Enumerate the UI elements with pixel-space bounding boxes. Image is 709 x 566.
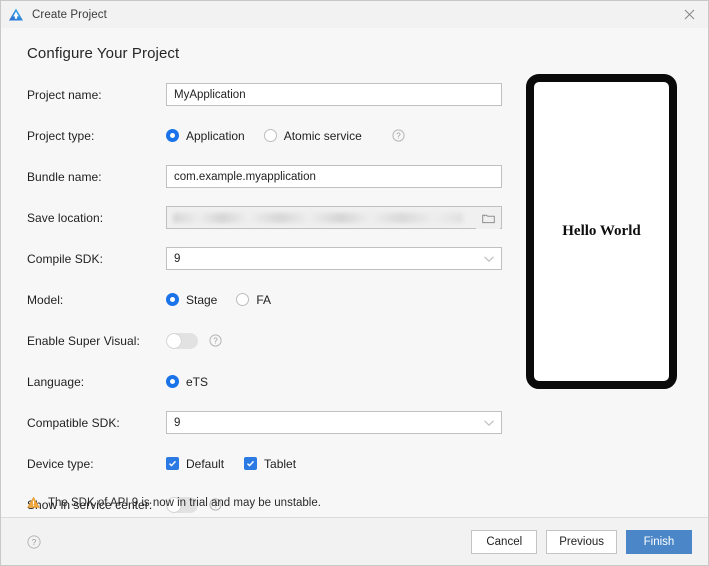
bundle-name-input[interactable]	[166, 165, 502, 188]
cancel-button[interactable]: Cancel	[471, 530, 538, 554]
svg-text:?: ?	[213, 336, 218, 345]
deveco-studio-logo-icon	[8, 7, 24, 23]
preview-hello-world-text: Hello World	[562, 223, 641, 239]
radio-label: Stage	[186, 292, 218, 307]
finish-button[interactable]: Finish	[626, 530, 692, 554]
project-preview: Hello World	[526, 74, 677, 389]
row-language: Language: eTS	[27, 370, 502, 393]
help-circle-icon-super-visual[interactable]: ?	[209, 334, 222, 347]
chevron-down-icon	[483, 248, 495, 269]
project-config-form: Project name: Project type: Application	[27, 83, 502, 534]
sdk-warning: The SDK of API 9 is now in trial and may…	[27, 496, 321, 509]
svg-text:?: ?	[396, 131, 401, 140]
compatible-sdk-value: 9	[174, 416, 181, 429]
radio-label: FA	[256, 292, 272, 307]
project-type-radio-group: Application Atomic service	[166, 129, 381, 143]
language-radio-group: eTS	[166, 375, 227, 389]
compile-sdk-dropdown[interactable]: 9	[166, 247, 502, 270]
chevron-down-icon	[483, 412, 495, 433]
checkbox-device-tablet[interactable]: Tablet	[244, 457, 296, 471]
label-bundle-name: Bundle name:	[27, 169, 102, 184]
row-device-type: Device type: Default Tablet	[27, 452, 502, 475]
radio-project-type-atomic-service[interactable]: Atomic service	[263, 128, 362, 143]
help-circle-icon-project-type[interactable]: ?	[392, 129, 405, 142]
model-radio-group: Stage FA	[166, 293, 290, 307]
label-device-type: Device type:	[27, 456, 94, 471]
close-icon[interactable]	[668, 1, 708, 27]
previous-button[interactable]: Previous	[546, 530, 617, 554]
checkbox-label: Default	[186, 456, 225, 471]
svg-text:?: ?	[32, 537, 37, 547]
radio-model-fa[interactable]: FA	[236, 293, 271, 307]
masked-path-value	[173, 213, 463, 223]
window-title: Create Project	[32, 8, 107, 21]
row-bundle-name: Bundle name:	[27, 165, 502, 188]
checkbox-label: Tablet	[264, 456, 297, 471]
label-save-location: Save location:	[27, 210, 104, 225]
dialog-footer: ? Cancel Previous Finish	[1, 517, 708, 565]
save-location-input[interactable]	[166, 206, 502, 229]
device-type-checkbox-group: Default Tablet	[166, 457, 316, 471]
create-project-dialog: Create Project Configure Your Project Pr…	[0, 0, 709, 566]
checkmark-icon	[244, 457, 258, 470]
warning-triangle-icon	[27, 496, 40, 509]
titlebar: Create Project	[1, 1, 708, 29]
radio-label: Application	[186, 128, 245, 143]
radio-dot-icon	[263, 129, 277, 142]
radio-label: eTS	[186, 374, 209, 389]
toggle-knob	[167, 333, 181, 348]
help-circle-icon-footer[interactable]: ?	[27, 535, 41, 549]
label-compile-sdk: Compile SDK:	[27, 251, 103, 266]
row-model: Model: Stage FA	[27, 288, 502, 311]
compatible-sdk-dropdown[interactable]: 9	[166, 411, 502, 434]
label-compatible-sdk: Compatible SDK:	[27, 415, 120, 430]
project-name-input[interactable]	[166, 83, 502, 106]
footer-buttons: Cancel Previous Finish	[462, 530, 692, 554]
label-model: Model:	[27, 292, 64, 307]
radio-project-type-application[interactable]: Application	[166, 129, 245, 143]
label-project-name: Project name:	[27, 87, 102, 102]
radio-dot-icon	[166, 129, 179, 142]
compile-sdk-value: 9	[174, 252, 181, 265]
label-enable-super-visual: Enable Super Visual:	[27, 333, 140, 348]
dialog-body: Configure Your Project Project name: Pro…	[1, 28, 708, 517]
row-project-type: Project type: Application Atomic service	[27, 124, 502, 147]
row-enable-super-visual: Enable Super Visual: ?	[27, 329, 502, 352]
radio-dot-icon	[166, 375, 179, 388]
radio-label: Atomic service	[283, 128, 362, 143]
page-title: Configure Your Project	[27, 45, 180, 62]
checkbox-device-default[interactable]: Default	[166, 457, 224, 471]
sdk-warning-text: The SDK of API 9 is now in trial and may…	[48, 496, 321, 509]
enable-super-visual-toggle[interactable]	[166, 332, 198, 349]
radio-dot-icon	[166, 293, 179, 306]
row-save-location: Save location:	[27, 206, 502, 229]
radio-model-stage[interactable]: Stage	[166, 293, 217, 307]
radio-language-ets[interactable]: eTS	[166, 375, 208, 389]
label-language: Language:	[27, 374, 85, 389]
radio-dot-icon	[236, 293, 250, 306]
folder-icon[interactable]	[476, 208, 500, 229]
row-compatible-sdk: Compatible SDK: 9	[27, 411, 502, 434]
label-project-type: Project type:	[27, 128, 95, 143]
row-project-name: Project name:	[27, 83, 502, 106]
checkmark-icon	[166, 457, 179, 470]
row-compile-sdk: Compile SDK: 9	[27, 247, 502, 270]
